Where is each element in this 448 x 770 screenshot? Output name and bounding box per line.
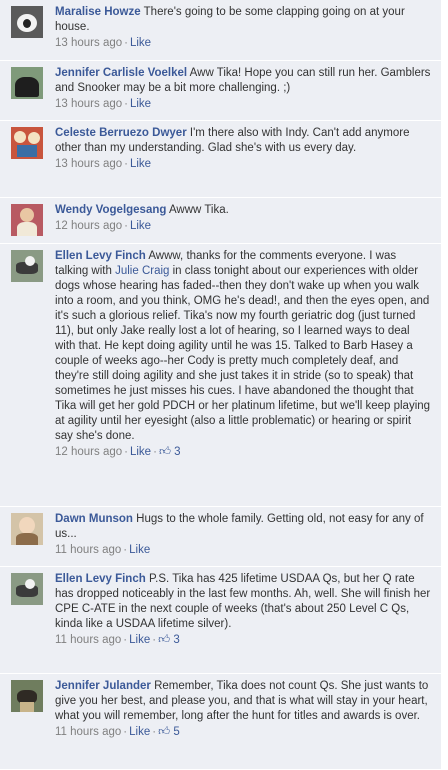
thumbs-up-icon: 👍︎ [158,634,171,646]
comment-author[interactable]: Dawn Munson [55,513,133,525]
avatar[interactable] [11,573,43,605]
comment-body: Dawn Munson Hugs to the whole family. Ge… [55,512,431,558]
comment-body: Jennifer Julander Remember, Tika does no… [55,679,431,740]
comment-body: Wendy Vogelgesang Awww Tika. 12 hours ag… [55,203,431,234]
comment-meta: 13 hours ago · Like [55,37,152,49]
avatar[interactable] [11,67,43,99]
comment-author[interactable]: Jennifer Julander [55,680,151,692]
like-link[interactable]: Like [130,446,151,458]
comment-timestamp[interactable]: 11 hours ago [55,726,121,738]
avatar[interactable] [11,127,43,159]
like-link[interactable]: Like [130,220,151,232]
comment-timestamp[interactable]: 11 hours ago [55,544,121,556]
avatar[interactable] [11,6,43,38]
comment-author[interactable]: Maralise Howze [55,6,141,18]
avatar[interactable] [11,680,43,712]
comment: Jennifer Julander Remember, Tika does no… [0,674,441,770]
thumbs-up-icon: 👍︎ [158,726,171,738]
comment-author[interactable]: Ellen Levy Finch [55,250,146,262]
like-link[interactable]: Like [129,726,150,738]
comment: Ellen Levy Finch P.S. Tika has 425 lifet… [0,567,441,674]
comment: Jennifer Carlisle Voelkel Aww Tika! Hope… [0,61,441,121]
comment-body: Celeste Berruezo Dwyer I'm there also wi… [55,126,431,172]
comment-body: Ellen Levy Finch Awww, thanks for the co… [55,249,431,460]
comment-timestamp[interactable]: 11 hours ago [55,634,121,646]
like-link[interactable]: Like [130,158,151,170]
comment: Ellen Levy Finch Awww, thanks for the co… [0,244,441,507]
comment-timestamp[interactable]: 13 hours ago [55,98,122,110]
comment-meta: 11 hours ago · Like · 👍︎ 5 [55,726,180,738]
comment-author[interactable]: Celeste Berruezo Dwyer [55,127,187,139]
mention-link[interactable]: Julie Craig [115,265,169,277]
comment: Dawn Munson Hugs to the whole family. Ge… [0,507,441,567]
comment-timestamp[interactable]: 13 hours ago [55,37,122,49]
comment-author[interactable]: Jennifer Carlisle Voelkel [55,67,187,79]
comment-body: Ellen Levy Finch P.S. Tika has 425 lifet… [55,572,431,648]
comment-meta: 12 hours ago · Like · 👍︎ 3 [55,446,181,458]
avatar[interactable] [11,513,43,545]
comment-author[interactable]: Ellen Levy Finch [55,573,146,585]
comment-meta: 12 hours ago · Like [55,220,152,232]
comment-timestamp[interactable]: 12 hours ago [55,446,122,458]
like-link[interactable]: Like [130,37,151,49]
comment-meta: 11 hours ago · Like · 👍︎ 3 [55,634,180,646]
comment-timestamp[interactable]: 13 hours ago [55,158,122,170]
like-link[interactable]: Like [129,634,150,646]
comment-timestamp[interactable]: 12 hours ago [55,220,122,232]
like-count[interactable]: 👍︎ 3 [159,446,181,458]
like-link[interactable]: Like [129,544,150,556]
comment-author[interactable]: Wendy Vogelgesang [55,204,166,216]
like-count[interactable]: 👍︎ 5 [158,726,180,738]
like-count[interactable]: 👍︎ 3 [158,634,180,646]
comment-meta: 13 hours ago · Like [55,158,152,170]
comment-body: Maralise Howze There's going to be some … [55,5,431,51]
thumbs-up-icon: 👍︎ [158,446,171,458]
comment: Wendy Vogelgesang Awww Tika. 12 hours ag… [0,198,441,244]
comment-meta: 11 hours ago · Like [55,544,151,556]
comment-text: Awww Tika. [168,204,229,216]
comment-text: in class tonight about our experiences w… [55,265,431,442]
like-count-value: 5 [173,726,180,738]
avatar[interactable] [11,250,43,282]
comment-meta: 13 hours ago · Like [55,98,152,110]
like-count-value: 3 [173,634,180,646]
avatar[interactable] [11,204,43,236]
comment: Maralise Howze There's going to be some … [0,0,441,61]
comment-body: Jennifer Carlisle Voelkel Aww Tika! Hope… [55,66,431,112]
like-link[interactable]: Like [130,98,151,110]
comment: Celeste Berruezo Dwyer I'm there also wi… [0,121,441,198]
like-count-value: 3 [174,446,181,458]
